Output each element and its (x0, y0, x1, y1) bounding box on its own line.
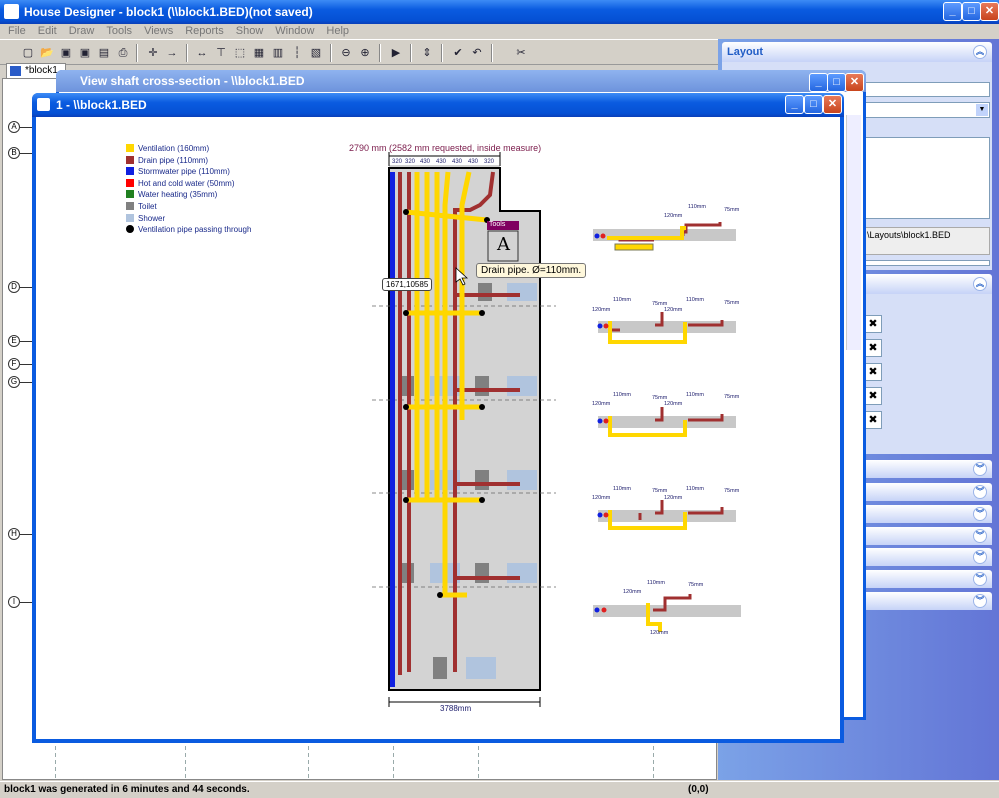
pipe-size-label: 110mm (686, 297, 704, 303)
pipe-size-label: 110mm (688, 204, 706, 210)
pipe-size-label: 120mm (592, 495, 611, 501)
pipe-size-label: 110mm (647, 580, 665, 586)
pipe-size-label: 110mm (686, 486, 704, 492)
pipe-size-label: 120mm (592, 307, 611, 313)
pipe-size-label: 120mm (664, 495, 683, 501)
pipe-size-label: 120mm (664, 213, 683, 219)
pipe-size-label: 75mm (652, 488, 668, 494)
pipe-size-label: 75mm (724, 300, 740, 306)
pipe-size-label: 120mm (592, 401, 611, 407)
pipe-size-label: 120mm (664, 307, 683, 313)
pipe-size-label: 120mm (650, 630, 669, 636)
status-text: block1 was generated in 6 minutes and 44… (4, 784, 250, 795)
pipe-size-label: 110mm (613, 392, 631, 398)
pipe-size-label: 75mm (724, 394, 740, 400)
detail-2 (597, 312, 736, 344)
pipe-size-label: 120mm (623, 589, 642, 595)
pipe-size-label: 110mm (686, 392, 704, 398)
pipe-size-label: 75mm (724, 488, 740, 494)
detail-5 (593, 594, 741, 632)
pipe-size-label: 120mm (664, 401, 683, 407)
status-coords: (0,0) (688, 784, 709, 795)
detail-1 (593, 222, 736, 251)
pipe-size-label: 110mm (613, 486, 631, 492)
detail-4 (597, 500, 736, 530)
pipe-details (593, 222, 741, 632)
status-bar: block1 was generated in 6 minutes and 44… (0, 781, 999, 798)
pipe-size-label: 75mm (724, 207, 740, 213)
pipe-size-label: 75mm (688, 582, 704, 588)
pipe-size-label: 110mm (613, 297, 631, 303)
detail-3 (597, 407, 736, 437)
